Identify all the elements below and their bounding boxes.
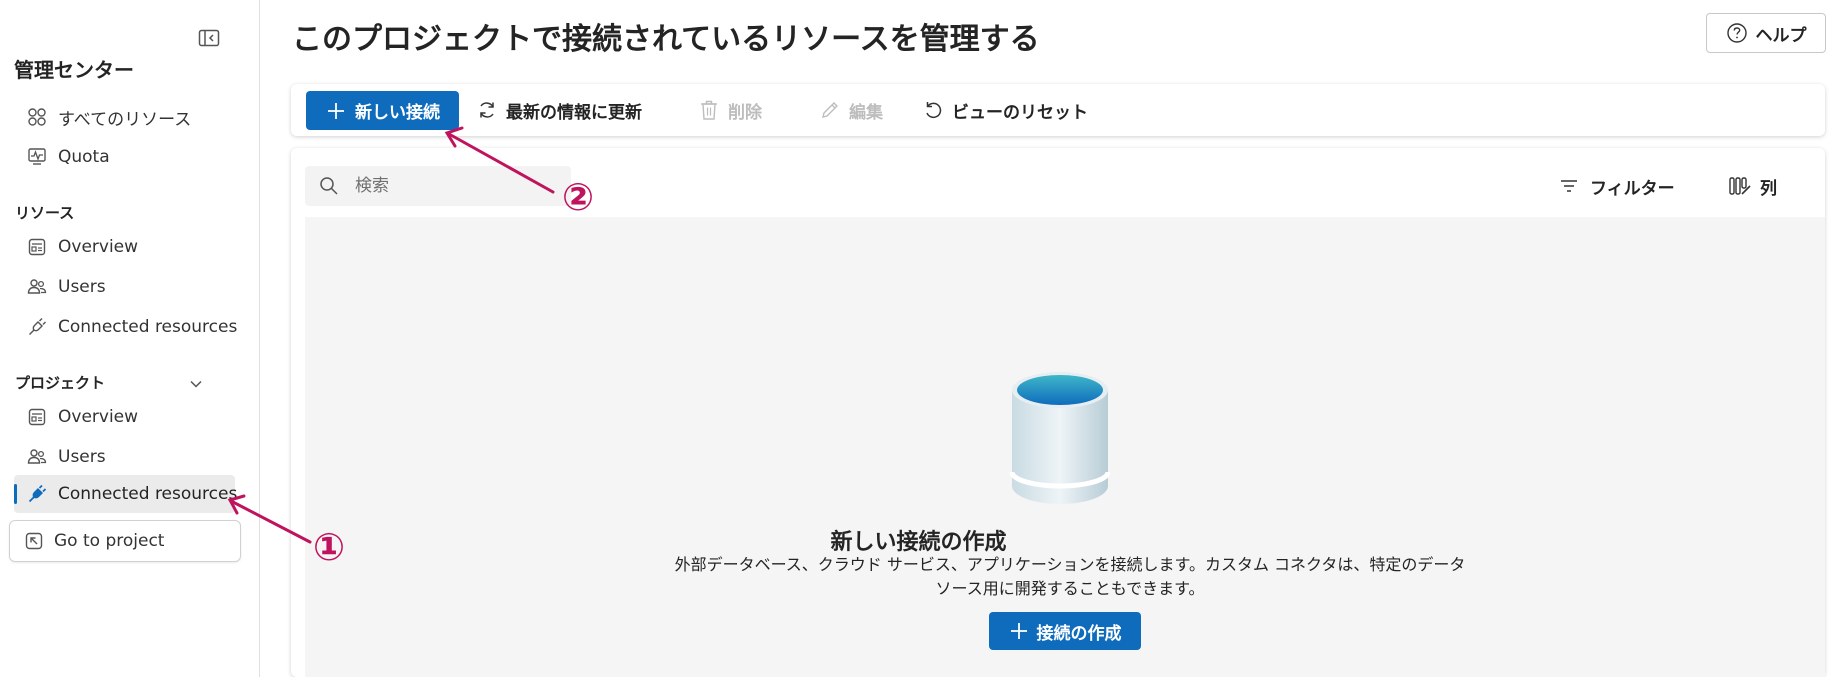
filter-label: フィルター <box>1590 178 1675 199</box>
trash-icon <box>698 99 720 121</box>
plus-icon <box>1009 621 1029 641</box>
edit-label: 編集 <box>849 102 883 123</box>
users-icon <box>26 446 48 468</box>
refresh-icon <box>476 99 498 121</box>
selected-indicator <box>14 484 17 504</box>
plus-icon <box>325 100 347 122</box>
empty-state-title: 新しい接続の作成 <box>830 530 1007 555</box>
delete-label: 削除 <box>728 102 762 123</box>
edit-button[interactable]: 編集 <box>819 92 883 128</box>
chevron-down-icon[interactable] <box>189 376 203 390</box>
sidebar-item-label: すべてのリソース <box>58 109 192 130</box>
refresh-label: 最新の情報に更新 <box>506 102 642 123</box>
overview-icon <box>26 406 48 428</box>
overview-icon <box>26 236 48 258</box>
sidebar-item-label: Connected resources <box>58 484 238 504</box>
sidebar-item-project-connected[interactable]: Connected resources <box>26 478 237 510</box>
create-connection-button[interactable]: 接続の作成 <box>989 612 1141 650</box>
pulse-icon <box>26 146 48 168</box>
create-connection-label: 接続の作成 <box>1036 623 1122 644</box>
plug-icon <box>26 316 48 338</box>
sidebar-item-label: Users <box>58 447 106 467</box>
delete-button[interactable]: 削除 <box>698 92 762 128</box>
reset-view-label: ビューのリセット <box>952 102 1088 123</box>
empty-state-description: 外部データベース、クラウド サービス、アプリケーションを接続します。カスタム コ… <box>620 553 1520 601</box>
help-icon <box>1726 22 1748 44</box>
sidebar-item-resource-connected[interactable]: Connected resources <box>26 311 237 343</box>
search-box[interactable] <box>305 166 571 206</box>
columns-button[interactable]: 列 <box>1728 172 1777 200</box>
sidebar-item-project-overview[interactable]: Overview <box>26 401 138 433</box>
users-icon <box>26 276 48 298</box>
sidebar-item-project-users[interactable]: Users <box>26 441 106 473</box>
sidebar-title: 管理センター <box>14 58 134 82</box>
command-bar: 新しい接続 最新の情報に更新 削除 編集 ビューのリセット <box>291 84 1825 136</box>
collapse-sidebar-icon[interactable] <box>198 28 220 48</box>
grid-icon <box>26 106 48 128</box>
new-connection-label: 新しい接続 <box>355 103 440 123</box>
filter-icon <box>1558 175 1580 197</box>
sidebar-item-resource-overview[interactable]: Overview <box>26 231 138 263</box>
sidebar-item-label: Overview <box>58 407 139 427</box>
sidebar-item-label: Connected resources <box>58 317 238 337</box>
sidebar-item-label: Users <box>58 277 106 297</box>
sidebar-item-quota[interactable]: Quota <box>26 141 110 173</box>
database-icon <box>1008 368 1112 510</box>
annotation-marker-1: ① <box>313 525 346 569</box>
page-title: このプロジェクトで接続されているリソースを管理する <box>292 22 1040 57</box>
plug-icon <box>26 483 48 505</box>
filter-button[interactable]: フィルター <box>1558 172 1675 200</box>
help-button[interactable]: ヘルプ <box>1706 13 1826 53</box>
section-label-project: プロジェクト <box>15 374 106 392</box>
search-input[interactable] <box>353 175 557 197</box>
columns-icon <box>1728 175 1751 197</box>
refresh-button[interactable]: 最新の情報に更新 <box>476 92 642 128</box>
reset-view-button[interactable]: ビューのリセット <box>922 92 1088 128</box>
sidebar-item-label: Quota <box>58 147 110 167</box>
pencil-icon <box>819 99 841 121</box>
sidebar-item-resource-users[interactable]: Users <box>26 271 106 303</box>
sidebar: 管理センター すべてのリソース Quota リソース Overview User… <box>0 0 260 677</box>
description-line: ソース用に開発することもできます。 <box>935 579 1205 598</box>
help-label: ヘルプ <box>1755 25 1807 46</box>
search-icon <box>319 176 339 196</box>
sidebar-item-all-resources[interactable]: すべてのリソース <box>26 101 191 133</box>
sidebar-item-label: Overview <box>58 237 139 257</box>
new-connection-button[interactable]: 新しい接続 <box>306 91 459 130</box>
columns-label: 列 <box>1760 178 1777 199</box>
section-label-resources: リソース <box>15 204 75 222</box>
undo-icon <box>922 99 944 121</box>
annotation-marker-2: ② <box>562 175 595 219</box>
description-line: 外部データベース、クラウド サービス、アプリケーションを接続します。カスタム コ… <box>674 555 1466 574</box>
